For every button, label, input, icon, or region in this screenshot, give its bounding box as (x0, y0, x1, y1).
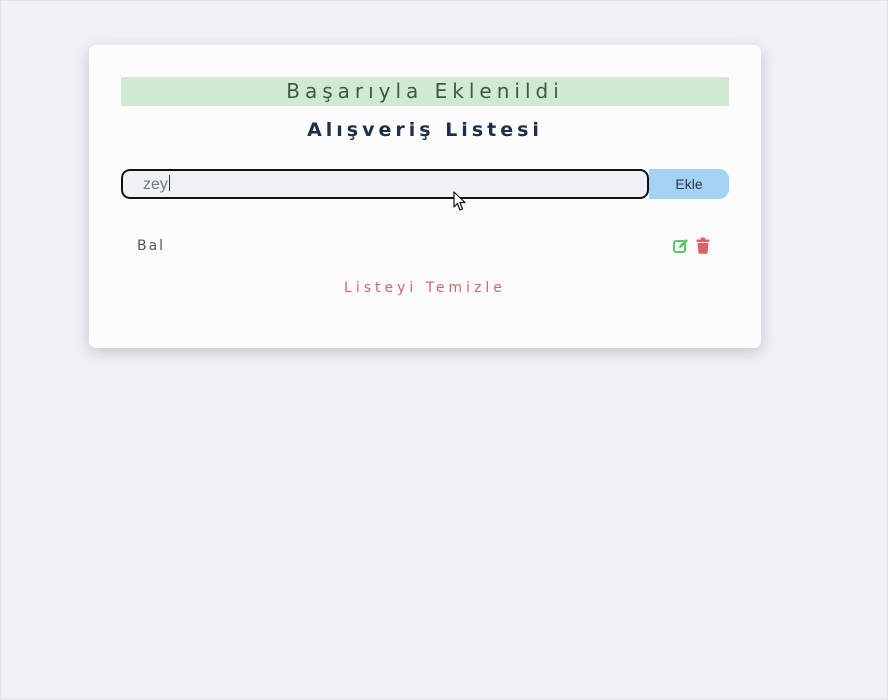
add-button[interactable]: Ekle (649, 169, 729, 199)
alert-message: Başarıyla Eklenildi (286, 79, 564, 103)
text-caret (168, 175, 170, 191)
list-item: Bal (137, 235, 713, 257)
item-input-value: zey (143, 175, 170, 193)
shopping-list-card: Başarıyla Eklenildi Alışveriş Listesi ze… (89, 45, 761, 348)
edit-icon[interactable] (673, 238, 689, 254)
item-input[interactable]: zey (121, 169, 649, 199)
trash-icon[interactable] (696, 237, 710, 254)
page-title: Alışveriş Listesi (307, 119, 543, 141)
list-item-label: Bal (137, 238, 166, 254)
success-alert: Başarıyla Eklenildi (121, 77, 729, 106)
clear-list-button[interactable]: Listeyi Temizle (121, 278, 729, 298)
